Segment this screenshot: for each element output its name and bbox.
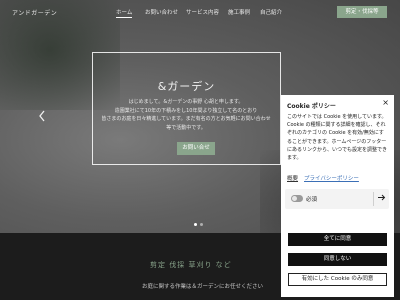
hero-title: &ガーデン <box>157 80 216 93</box>
services-subtitle: お庭に関する作業は＆ガーデンにお任せください <box>142 284 264 290</box>
cookie-modal-title: Cookie ポリシー <box>287 103 336 110</box>
slider-dots <box>194 211 206 230</box>
hero-text-line: はじめまして。&ガーデンの事野 心胡と申します。 <box>128 99 244 105</box>
cookie-policy-modal: Cookie ポリシー × このサイトでは Cookie を使用しています。 C… <box>281 95 394 297</box>
hero-text: はじめまして。&ガーデンの事野 心胡と申します。 造園業社にて10年の下積みをし… <box>86 98 286 132</box>
nav-item-services[interactable]: サービス内容 <box>186 8 219 16</box>
cookie-desc-line: このサイトでは Cookie を使用しています。 <box>287 114 387 120</box>
required-cookies-row: 必須 <box>285 189 389 209</box>
hero-text-line: 等で活動中です。 <box>166 124 206 131</box>
nav-item-contact[interactable]: お問い合わせ <box>145 8 178 16</box>
accept-all-button[interactable]: 全てに同意 <box>288 233 387 246</box>
nav-item-home[interactable]: ホーム <box>116 8 133 18</box>
arrow-right-icon[interactable] <box>377 193 386 205</box>
chevron-left-icon[interactable] <box>38 110 46 122</box>
hero-text-line: 皆さまのお庭を日々精進しています。まだ有名の方とお気軽にお問い合わせ <box>101 116 271 122</box>
nav-item-about[interactable]: 自己紹介 <box>260 8 282 16</box>
close-icon[interactable]: × <box>382 99 389 107</box>
nav-item-works[interactable]: 施工事例 <box>228 8 250 16</box>
slider-dot-2[interactable] <box>200 223 203 226</box>
cookie-desc-line: ることができます。ホームページのフッター <box>287 138 387 145</box>
decline-button[interactable]: 同意しない <box>288 253 387 266</box>
accept-selected-button[interactable]: 有効にした Cookie のみ同意 <box>288 273 387 286</box>
cookie-desc-line: ぞれのカテゴリの Cookie を有効/無効にす <box>287 130 384 137</box>
toggle-knob <box>292 196 297 201</box>
required-cookies-label: 必須 <box>306 197 318 203</box>
slider-dot-1[interactable] <box>194 223 197 226</box>
site-brand[interactable]: アンドガーデン <box>12 8 57 17</box>
hero-contact-button[interactable]: お問い合せ <box>177 142 215 155</box>
cookie-desc-line: Cookie の種類に関する詳細を確認し、それ <box>287 122 386 129</box>
services-title: 剪定 伐採 草刈り など <box>150 261 232 269</box>
cookie-modal-description: このサイトでは Cookie を使用しています。 Cookie の種類に関する詳… <box>287 113 389 162</box>
divider <box>373 192 374 206</box>
cookie-desc-line: にあるリンクから、いつでも設定を調整でき <box>287 146 388 153</box>
privacy-policy-link[interactable]: プライバシーポリシー <box>304 176 359 182</box>
hero-text-line: 造園業社にて10年の下積みをし10年間より独立して名のとおり <box>114 107 258 114</box>
header-cta-button[interactable]: 剪定・伐採等 <box>337 6 387 18</box>
cookie-desc-line: ます。 <box>287 155 302 162</box>
cookie-modal-links: 概要 プライバシーポリシー <box>287 174 365 182</box>
overview-link[interactable]: 概要 <box>287 176 298 182</box>
required-cookies-toggle[interactable] <box>291 195 303 202</box>
